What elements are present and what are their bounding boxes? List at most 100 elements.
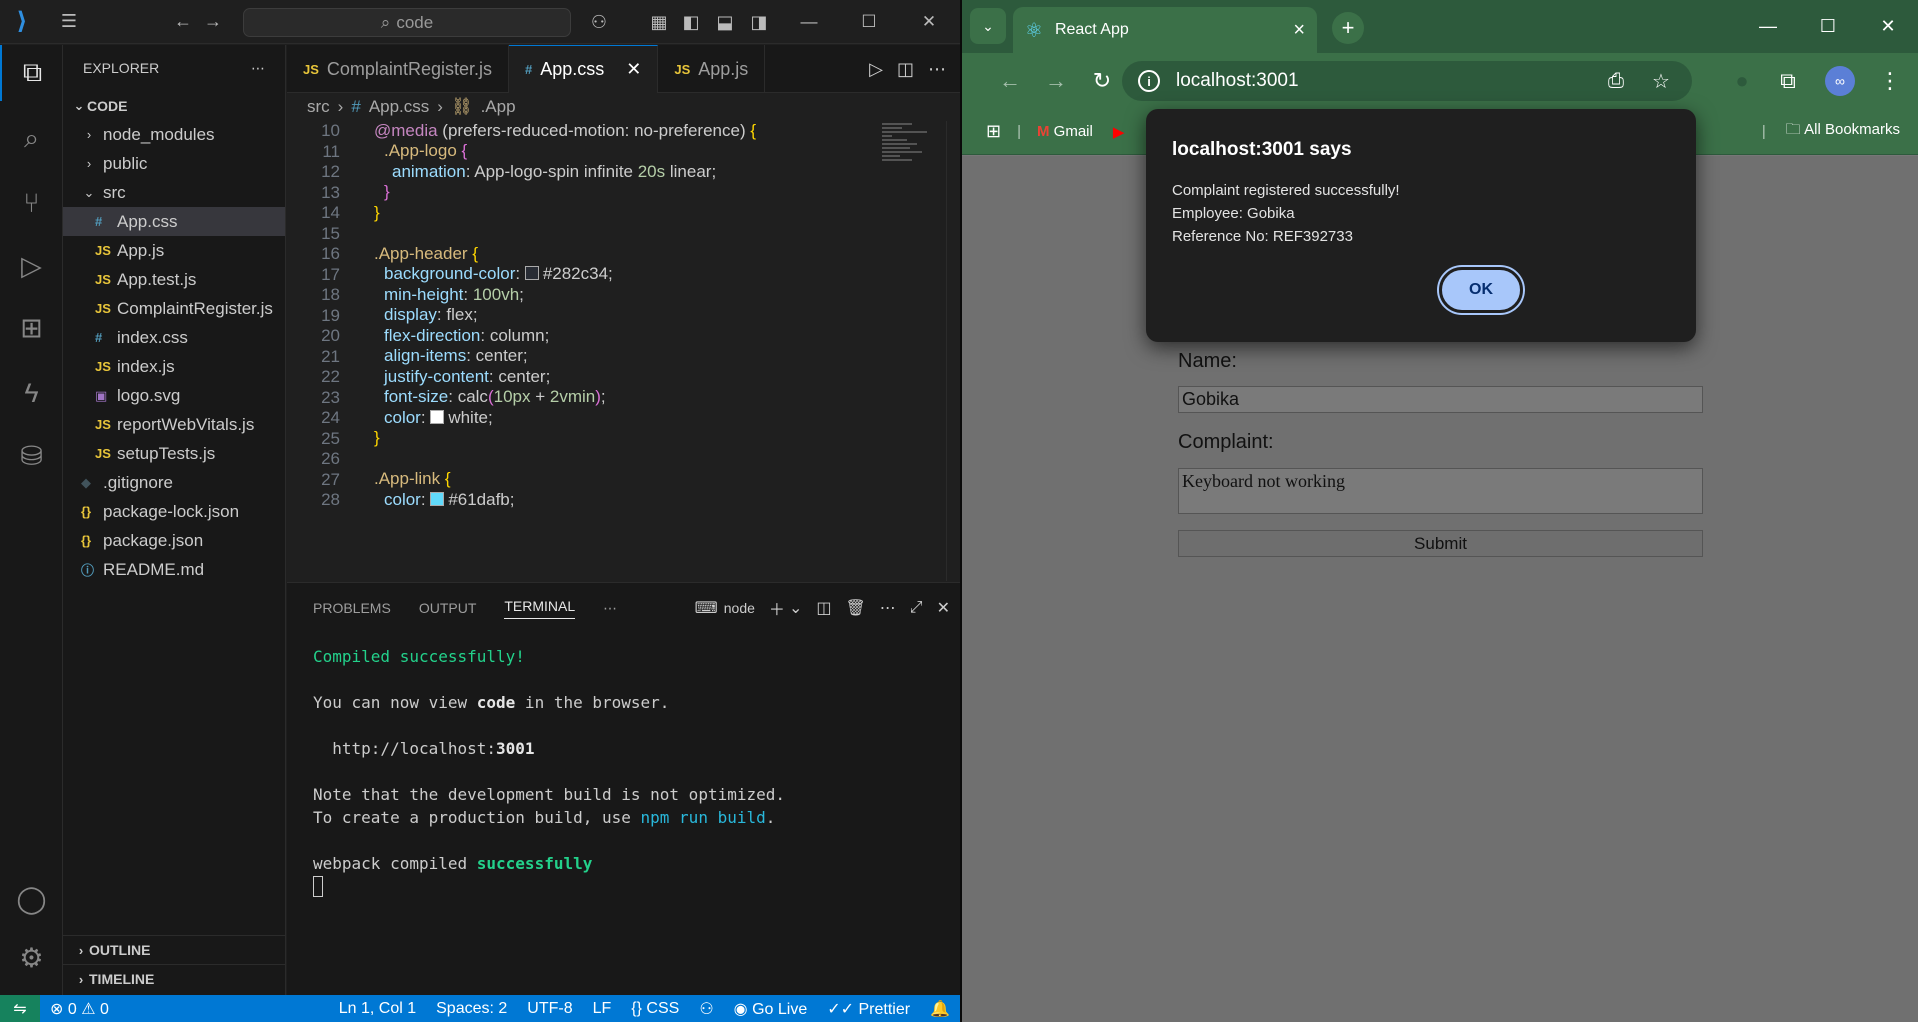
close-tab-icon[interactable]: × [1293,19,1305,42]
forward-arrow-icon[interactable]: → [1038,65,1074,97]
explorer-item[interactable]: JS ComplaintRegister.js [63,294,285,323]
explorer-icon[interactable]: ⧉ [0,45,63,101]
bookmark-star-icon[interactable]: ☆ [1652,61,1670,101]
settings-gear-icon[interactable]: ⚙ [0,930,63,986]
workspace-root[interactable]: ⌄ CODE [63,91,285,120]
problems-status[interactable]: ⊗ 0 ⚠ 0 [50,999,109,1019]
new-tab-icon[interactable]: + [1332,12,1364,44]
breadcrumb-file[interactable]: App.css [369,97,429,117]
all-bookmarks[interactable]: 🗀 All Bookmarks [1786,119,1900,144]
tab-terminal[interactable]: TERMINAL [504,598,576,619]
language-mode[interactable]: {} CSS [631,1000,679,1018]
explorer-item[interactable]: › node_modules [63,120,285,149]
browser-tab[interactable]: ⚛ React App × [1013,7,1317,53]
back-arrow-icon[interactable]: ← [992,65,1028,97]
ok-button[interactable]: OK [1439,267,1523,313]
layout-customize-icon[interactable]: ▦ [644,7,674,37]
explorer-item[interactable]: JS index.js [63,352,285,381]
explorer-item[interactable]: ⌄ src [63,178,285,207]
chevron-down-icon[interactable]: ⌄ [789,598,802,618]
go-live[interactable]: ◉ Go Live [734,999,808,1019]
menu-icon[interactable]: ☰ [54,7,84,37]
notifications-bell-icon[interactable]: 🔔 [930,999,950,1019]
tab-problems[interactable]: PROBLEMS [313,600,391,616]
site-info-icon[interactable]: i [1138,70,1160,92]
more-actions-icon[interactable]: ⋯ [928,59,946,80]
explorer-item[interactable]: ▣ logo.svg [63,381,285,410]
color-swatch[interactable] [430,492,445,506]
explorer-item[interactable]: {} package-lock.json [63,497,285,526]
explorer-item[interactable]: JS setupTests.js [63,439,285,468]
source-control-icon[interactable]: ⑂ [0,175,63,231]
more-actions-icon[interactable]: ⋯ [251,60,265,77]
command-center-search[interactable]: ⌕ code [243,8,571,37]
remote-icon[interactable]: ⇋ [0,995,40,1022]
breadcrumb-selector[interactable]: .App [481,97,516,117]
name-input[interactable]: Gobika [1178,386,1703,413]
outline-section[interactable]: › OUTLINE [63,935,286,964]
timeline-section[interactable]: › TIMELINE [63,964,286,993]
copilot-status-icon[interactable]: ⚇ [699,999,713,1019]
split-editor-icon[interactable]: ◫ [897,59,914,80]
explorer-item[interactable]: › public [63,149,285,178]
tab-app-css[interactable]: # App.css ✕ [508,45,659,93]
explorer-item[interactable]: JS App.js [63,236,285,265]
close-window-icon[interactable]: ✕ [1858,0,1918,53]
trash-icon[interactable]: 🗑 [845,598,865,618]
lightning-icon[interactable]: ϟ [0,365,63,421]
maximize-panel-icon[interactable]: ⤢ [910,599,923,617]
toggle-secondary-sidebar-icon[interactable]: ◨ [744,7,774,37]
forward-arrow-icon[interactable]: → [198,7,228,37]
prettier[interactable]: ✓✓ Prettier [827,999,910,1019]
extensions-icon[interactable]: ⊞ [0,300,63,356]
color-swatch[interactable] [524,266,539,280]
submit-button[interactable]: Submit [1178,530,1703,557]
run-icon[interactable]: ▷ [869,59,883,80]
explorer-item[interactable]: ◆ .gitignore [63,468,285,497]
database-icon[interactable]: ⛁ [0,428,63,484]
encoding[interactable]: UTF-8 [527,1000,572,1018]
terminal-output[interactable]: Compiled successfully! You can now view … [313,645,785,898]
close-tab-icon[interactable]: ✕ [626,59,641,80]
gmail-bookmark[interactable]: M Gmail [1037,123,1093,140]
minimize-icon[interactable]: — [782,0,836,44]
toggle-panel-icon[interactable]: ⬓ [710,7,740,37]
account-icon[interactable]: ◯ [0,871,63,927]
tab-complaint-register[interactable]: JS ComplaintRegister.js [287,45,509,93]
more-actions-icon[interactable]: ⋯ [880,598,896,618]
split-terminal-icon[interactable]: ◫ [816,598,831,618]
install-app-icon[interactable]: ⎙ [1608,61,1624,101]
new-terminal-icon[interactable]: ＋ [769,596,785,620]
toggle-sidebar-icon[interactable]: ◧ [676,7,706,37]
cursor-position[interactable]: Ln 1, Col 1 [339,1000,416,1018]
terminal-shell-label[interactable]: node [724,600,755,616]
explorer-item[interactable]: # App.css [63,207,285,236]
search-view-icon[interactable]: ⌕ [0,111,63,167]
color-swatch[interactable] [430,410,445,424]
tab-app-js[interactable]: JS App.js [658,45,766,93]
explorer-item[interactable]: JS reportWebVitals.js [63,410,285,439]
run-debug-icon[interactable]: ▷ [0,238,63,294]
breadcrumb-src[interactable]: src [307,97,330,117]
maximize-icon[interactable]: ☐ [842,0,896,44]
line-ending[interactable]: LF [593,1000,612,1018]
explorer-item[interactable]: # index.css [63,323,285,352]
chrome-menu-icon[interactable]: ⋮ [1872,65,1908,97]
tab-output[interactable]: OUTPUT [419,600,477,616]
code-editor[interactable]: 10 11 12 13 14 15 16 17 18 19 20 21 22 23 24 25 26 27 28 @… [287,121,960,581]
minimap[interactable] [882,121,932,201]
copilot-icon[interactable]: ⚇ [584,7,614,37]
close-panel-icon[interactable]: ✕ [937,598,950,618]
maximize-icon[interactable]: ☐ [1798,0,1858,53]
explorer-item[interactable]: ⓘ README.md [63,555,285,584]
editor-scrollbar[interactable] [946,121,960,581]
youtube-icon[interactable]: ▶ [1113,123,1125,141]
complaint-textarea[interactable]: Keyboard not working [1178,468,1703,514]
extensions-puzzle-icon[interactable]: ⧉ [1770,65,1806,97]
apps-grid-icon[interactable]: ⊞ [986,121,1001,142]
profile-avatar-icon[interactable]: ∞ [1822,65,1858,97]
back-arrow-icon[interactable]: ← [168,7,198,37]
indentation[interactable]: Spaces: 2 [436,1000,507,1018]
more-actions-icon[interactable]: ⋯ [603,600,617,617]
close-window-icon[interactable]: ✕ [902,0,956,44]
